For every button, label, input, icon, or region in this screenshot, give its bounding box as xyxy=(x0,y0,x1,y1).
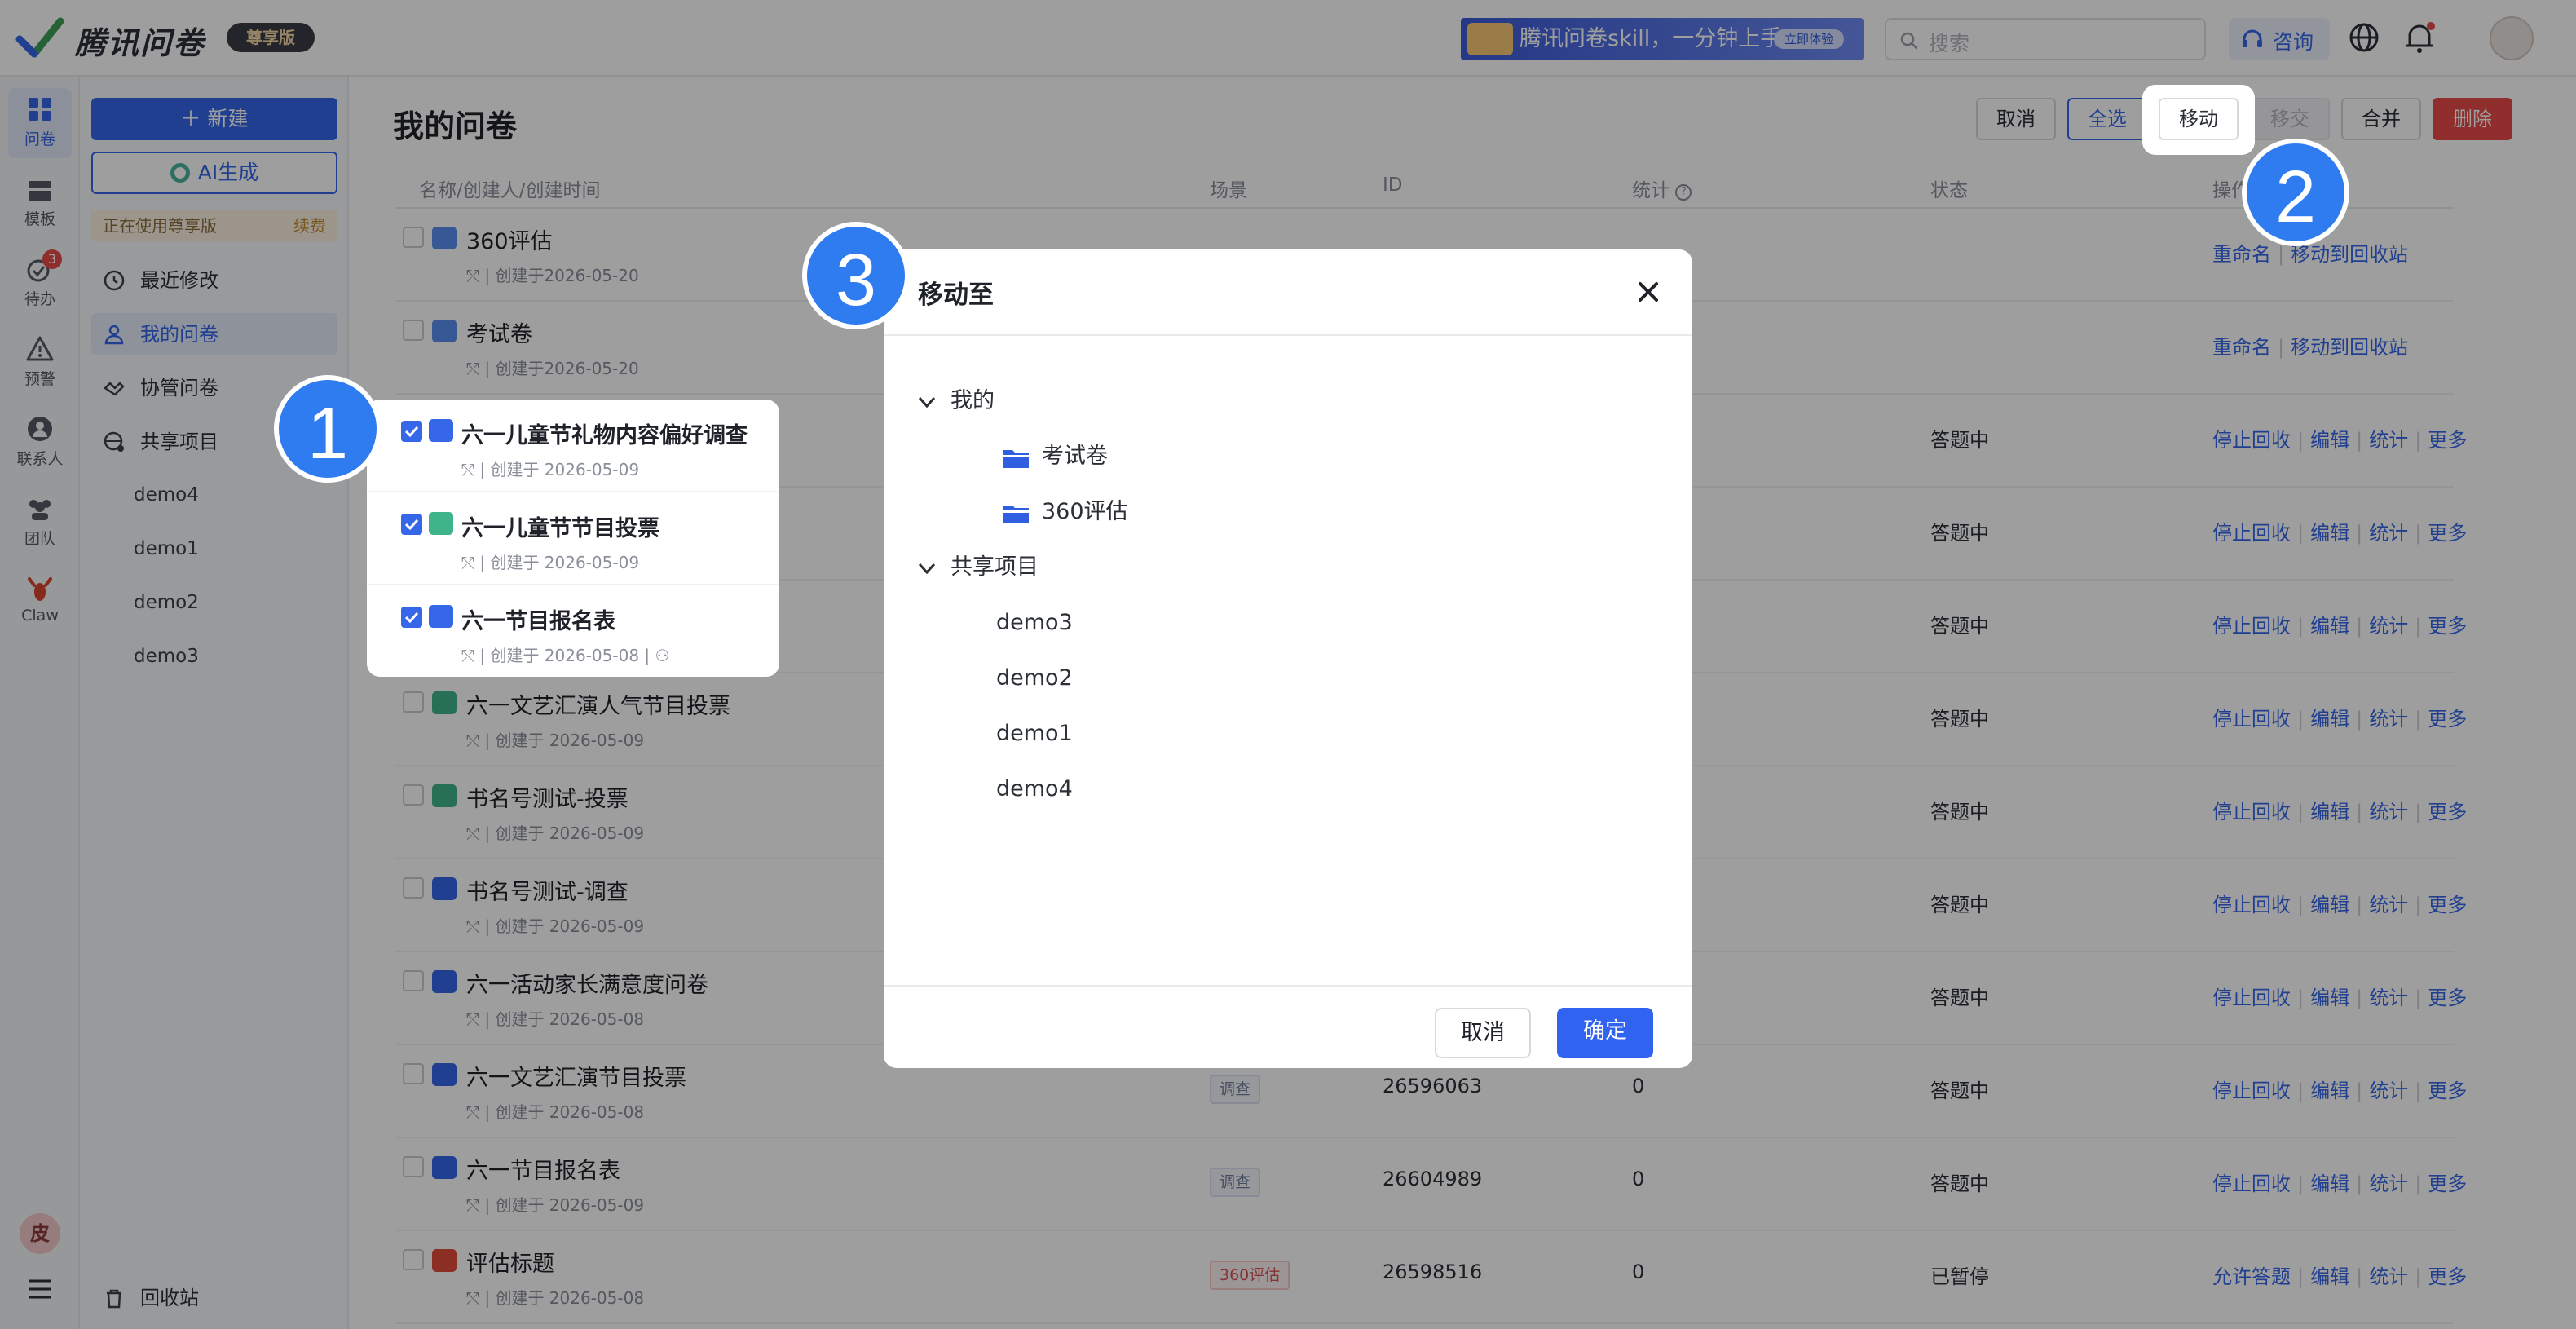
tree-project-demo4[interactable]: demo4 xyxy=(996,773,1073,806)
selected-rows-highlight: 六一儿童节礼物内容偏好调查 ⤲ | 创建于 2026-05-09 六一儿童节节目… xyxy=(367,400,779,677)
callout-3: 3 xyxy=(802,222,910,329)
tree-folder-360[interactable]: 360评估 xyxy=(1001,496,1128,528)
folder-icon xyxy=(1003,505,1029,523)
callout-1: 1 xyxy=(274,375,382,483)
app-root: { "brand": {"name": "腾讯问卷", "badge": "尊享… xyxy=(0,0,2576,1329)
creator-icon: ⤲ xyxy=(461,646,480,665)
tree-project-demo3[interactable]: demo3 xyxy=(996,607,1073,639)
meta-text: | 创建于 2026-05-08 | xyxy=(479,646,651,665)
creator-icon: ⤲ xyxy=(461,553,480,572)
checkbox-checked[interactable] xyxy=(401,421,422,442)
dialog-title: 移动至 xyxy=(918,280,994,310)
checkbox-checked[interactable] xyxy=(401,607,422,628)
meta-text: | 创建于 2026-05-09 xyxy=(479,553,640,572)
tree-project-demo2[interactable]: demo2 xyxy=(996,662,1073,695)
meta-text: | 创建于 2026-05-09 xyxy=(479,460,640,479)
survey-type-icon xyxy=(429,419,453,442)
tree-group-label: 我的 xyxy=(951,388,995,413)
tree-folder-exam[interactable]: 考试卷 xyxy=(1001,440,1108,473)
tree-folder-label: 360评估 xyxy=(1042,499,1128,524)
highlight-row-meta: ⤲ | 创建于 2026-05-09 xyxy=(461,457,639,480)
highlight-row-name: 六一儿童节节目投票 xyxy=(461,516,659,541)
chevron-down-icon xyxy=(918,396,936,408)
dialog-cancel-button[interactable]: 取消 xyxy=(1435,1008,1531,1058)
folder-icon xyxy=(1003,449,1029,468)
collaborator-icon: ⚇ xyxy=(655,646,670,665)
highlight-row-name: 六一儿童节礼物内容偏好调查 xyxy=(461,423,748,448)
chevron-down-icon xyxy=(918,563,936,574)
creator-icon: ⤲ xyxy=(461,460,480,479)
highlight-row-meta: ⤲ | 创建于 2026-05-09 xyxy=(461,550,639,573)
close-icon[interactable] xyxy=(1632,276,1665,308)
checkbox-checked[interactable] xyxy=(401,514,422,535)
dialog-confirm-button[interactable]: 确定 xyxy=(1557,1008,1653,1058)
tree-project-demo1[interactable]: demo1 xyxy=(996,717,1073,750)
highlight-row-meta: ⤲ | 创建于 2026-05-08 | ⚇ xyxy=(461,642,669,666)
highlight-row[interactable]: 六一儿童节节目投票 ⤲ | 创建于 2026-05-09 xyxy=(367,492,779,585)
callout-2: 2 xyxy=(2242,139,2349,246)
tree-group-mine[interactable]: 我的 xyxy=(916,385,995,417)
move-to-dialog: 移动至 我的 考试卷 360评估 共享项目 demo3 demo2 demo1 … xyxy=(884,249,1692,1068)
highlight-row[interactable]: 六一儿童节礼物内容偏好调查 ⤲ | 创建于 2026-05-09 xyxy=(367,400,779,492)
tree-group-label: 共享项目 xyxy=(951,554,1039,580)
highlight-row-name: 六一节目报名表 xyxy=(461,609,615,634)
highlight-move-button[interactable]: 移动 xyxy=(2159,98,2239,140)
tree-folder-label: 考试卷 xyxy=(1042,444,1108,469)
dialog-divider xyxy=(884,334,1692,336)
dialog-footer-divider xyxy=(884,985,1692,987)
vote-type-icon xyxy=(429,512,453,535)
survey-type-icon xyxy=(429,605,453,628)
tree-group-shared[interactable]: 共享项目 xyxy=(916,551,1039,584)
highlight-row[interactable]: 六一节目报名表 ⤲ | 创建于 2026-05-08 | ⚇ xyxy=(367,585,779,677)
move-button-highlight: 移动 xyxy=(2142,85,2255,155)
